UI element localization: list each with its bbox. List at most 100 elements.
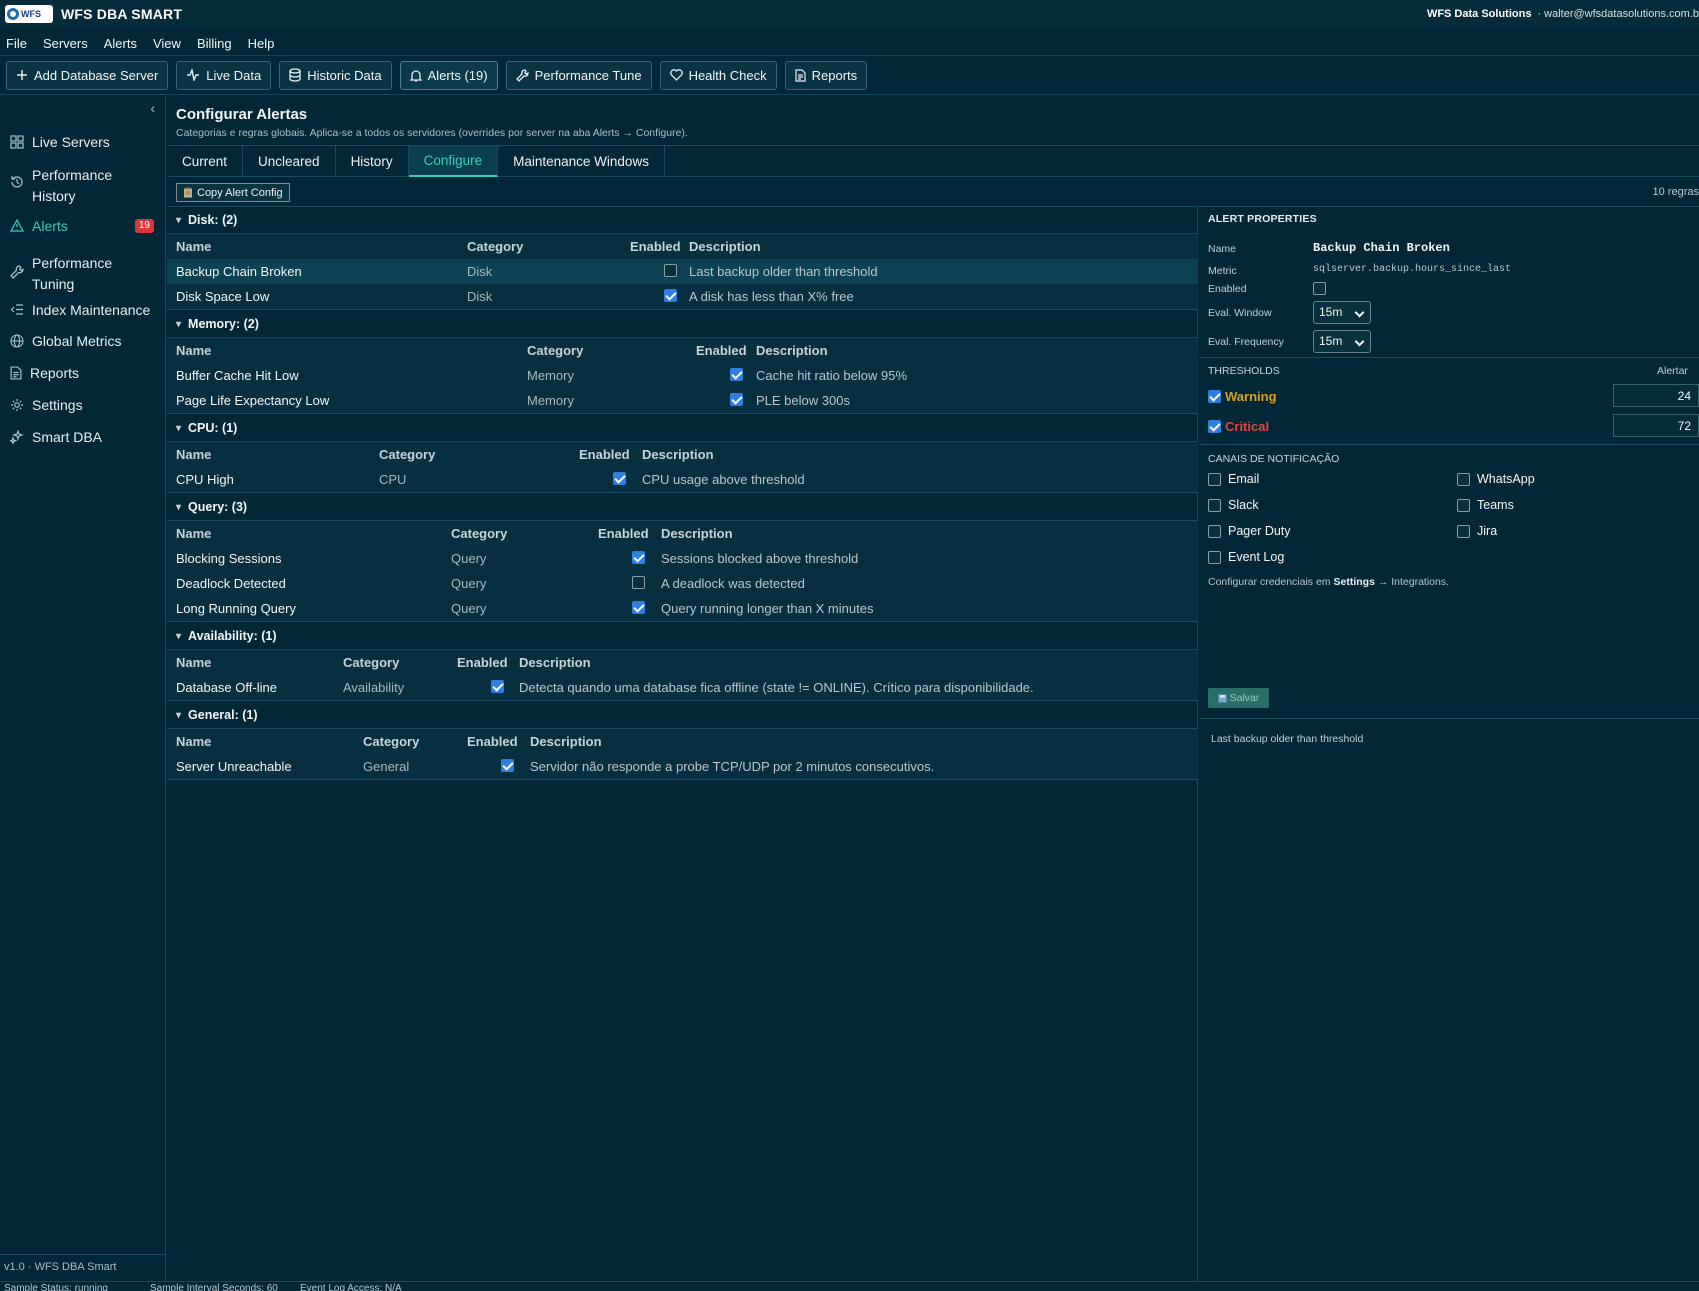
column-header[interactable]: Enabled [696, 343, 747, 358]
table-row[interactable]: Database Off-line Availability Detecta qua… [167, 675, 1198, 700]
collapse-sidebar-icon[interactable]: ‹ [150, 100, 155, 116]
column-header[interactable]: Category [363, 734, 419, 749]
column-header[interactable]: Category [379, 447, 435, 462]
rule-enabled-checkbox[interactable] [632, 601, 645, 614]
channel-whatsapp[interactable]: WhatsApp [1457, 472, 1535, 486]
rule-enabled-checkbox[interactable] [491, 680, 504, 693]
sidebar-item-alerts[interactable]: Alerts 19 [0, 216, 166, 237]
group-header[interactable]: ▾ CPU: (1) [167, 415, 1198, 442]
whatsapp-checkbox[interactable] [1457, 472, 1470, 486]
sidebar-item-smart-dba[interactable]: Smart DBA [0, 427, 166, 448]
column-header[interactable]: Category [343, 655, 399, 670]
rule-enabled-checkbox[interactable] [632, 551, 645, 564]
column-header[interactable]: Name [176, 734, 211, 749]
rule-enabled-checkbox[interactable] [632, 576, 645, 589]
sidebar-item-performance-history[interactable]: Performance History [0, 165, 166, 207]
tab-current[interactable]: Current [167, 146, 244, 177]
menu-billing[interactable]: Billing [189, 36, 240, 51]
channel-pager-duty[interactable]: Pager Duty [1208, 524, 1291, 538]
sidebar-item-performance-tuning[interactable]: Performance Tuning [0, 253, 166, 295]
health-check-button[interactable]: Health Check [659, 60, 777, 90]
column-header[interactable]: Enabled [467, 734, 518, 749]
column-header[interactable]: Name [176, 343, 211, 358]
sidebar-item-index-maintenance[interactable]: Index Maintenance [0, 300, 166, 321]
channel-email[interactable]: Email [1208, 472, 1259, 486]
table-row[interactable]: Buffer Cache Hit Low Memory Cache hit rati… [167, 363, 1198, 388]
rule-enabled-checkbox[interactable] [730, 368, 743, 381]
jira-checkbox[interactable] [1457, 524, 1470, 538]
settings-link[interactable]: Settings [1333, 576, 1374, 588]
column-header[interactable]: Category [467, 239, 523, 254]
reports-button[interactable]: Reports [784, 60, 868, 90]
rule-enabled-checkbox[interactable] [730, 393, 743, 406]
performance-tune-button[interactable]: Performance Tune [505, 60, 652, 90]
column-header[interactable]: Name [176, 447, 211, 462]
rule-enabled-checkbox[interactable] [664, 289, 677, 302]
sidebar-item-live-servers[interactable]: Live Servers [0, 132, 166, 153]
live-data-button[interactable]: Live Data [176, 60, 272, 90]
column-header[interactable]: Enabled [457, 655, 508, 670]
column-header[interactable]: Description [661, 526, 733, 541]
group-header[interactable]: ▾ Memory: (2) [167, 311, 1198, 338]
group-header[interactable]: ▾ General: (1) [167, 702, 1198, 729]
column-header[interactable]: Category [451, 526, 507, 541]
warning-threshold-input[interactable] [1613, 384, 1699, 407]
group-header[interactable]: ▾ Availability: (1) [167, 623, 1198, 650]
channel-event-log[interactable]: Event Log [1208, 550, 1284, 564]
channel-teams[interactable]: Teams [1457, 498, 1514, 512]
tab-maintenance-windows[interactable]: Maintenance Windows [498, 146, 665, 177]
group-header[interactable]: ▾ Disk: (2) [167, 207, 1198, 234]
channel-jira[interactable]: Jira [1457, 524, 1497, 538]
copy-alert-config-button[interactable]: Copy Alert Config [176, 183, 290, 202]
tab-history[interactable]: History [336, 146, 409, 177]
menu-view[interactable]: View [145, 36, 189, 51]
table-row[interactable]: CPU High CPU CPU usage above threshold [167, 467, 1198, 492]
table-row[interactable]: Server Unreachable General Servidor não re… [167, 754, 1198, 779]
column-header[interactable]: Name [176, 239, 211, 254]
column-header[interactable]: Name [176, 655, 211, 670]
column-header[interactable]: Enabled [579, 447, 630, 462]
add-database-server-button[interactable]: Add Database Server [6, 60, 169, 90]
tab-configure[interactable]: Configure [408, 146, 499, 177]
sidebar-item-reports[interactable]: Reports [0, 363, 166, 384]
historic-data-button[interactable]: Historic Data [279, 60, 392, 90]
sidebar-item-global-metrics[interactable]: Global Metrics [0, 331, 166, 352]
table-row[interactable]: Backup Chain Broken Disk Last backup older… [167, 259, 1198, 284]
table-row[interactable]: Long Running Query Query Query running lon… [167, 596, 1198, 621]
teams-checkbox[interactable] [1457, 498, 1470, 512]
rule-enabled-checkbox[interactable] [501, 759, 514, 772]
column-header[interactable]: Enabled [630, 239, 681, 254]
menu-help[interactable]: Help [240, 36, 283, 51]
eval-frequency-select[interactable]: 15m [1313, 330, 1371, 353]
column-header[interactable]: Description [642, 447, 714, 462]
column-header[interactable]: Name [176, 526, 211, 541]
column-header[interactable]: Description [519, 655, 591, 670]
table-row[interactable]: Page Life Expectancy Low Memory PLE below … [167, 388, 1198, 413]
save-button[interactable]: Salvar [1208, 688, 1269, 708]
critical-threshold-checkbox[interactable] [1208, 420, 1221, 433]
column-header[interactable]: Description [689, 239, 761, 254]
tab-uncleared[interactable]: Uncleared [243, 146, 336, 177]
column-header[interactable]: Description [530, 734, 602, 749]
pager-duty-checkbox[interactable] [1208, 524, 1221, 538]
alerts-button[interactable]: Alerts (19) [399, 60, 498, 90]
email-checkbox[interactable] [1208, 472, 1221, 486]
table-row[interactable]: Blocking Sessions Query Sessions blocked a… [167, 546, 1198, 571]
enabled-checkbox[interactable] [1313, 282, 1326, 295]
rule-enabled-checkbox[interactable] [664, 264, 677, 277]
menu-servers[interactable]: Servers [35, 36, 96, 51]
column-header[interactable]: Category [527, 343, 583, 358]
critical-threshold-input[interactable] [1613, 414, 1699, 437]
menu-file[interactable]: File [0, 36, 35, 51]
rule-enabled-checkbox[interactable] [613, 472, 626, 485]
menu-alerts[interactable]: Alerts [96, 36, 145, 51]
channel-slack[interactable]: Slack [1208, 498, 1259, 512]
sidebar-item-settings[interactable]: Settings [0, 395, 166, 416]
column-header[interactable]: Enabled [598, 526, 649, 541]
slack-checkbox[interactable] [1208, 498, 1221, 512]
group-header[interactable]: ▾ Query: (3) [167, 494, 1198, 521]
table-row[interactable]: Disk Space Low Disk A disk has less than X… [167, 284, 1198, 309]
warning-threshold-checkbox[interactable] [1208, 390, 1221, 403]
eval-window-select[interactable]: 15m [1313, 301, 1371, 324]
event-log-checkbox[interactable] [1208, 550, 1221, 564]
